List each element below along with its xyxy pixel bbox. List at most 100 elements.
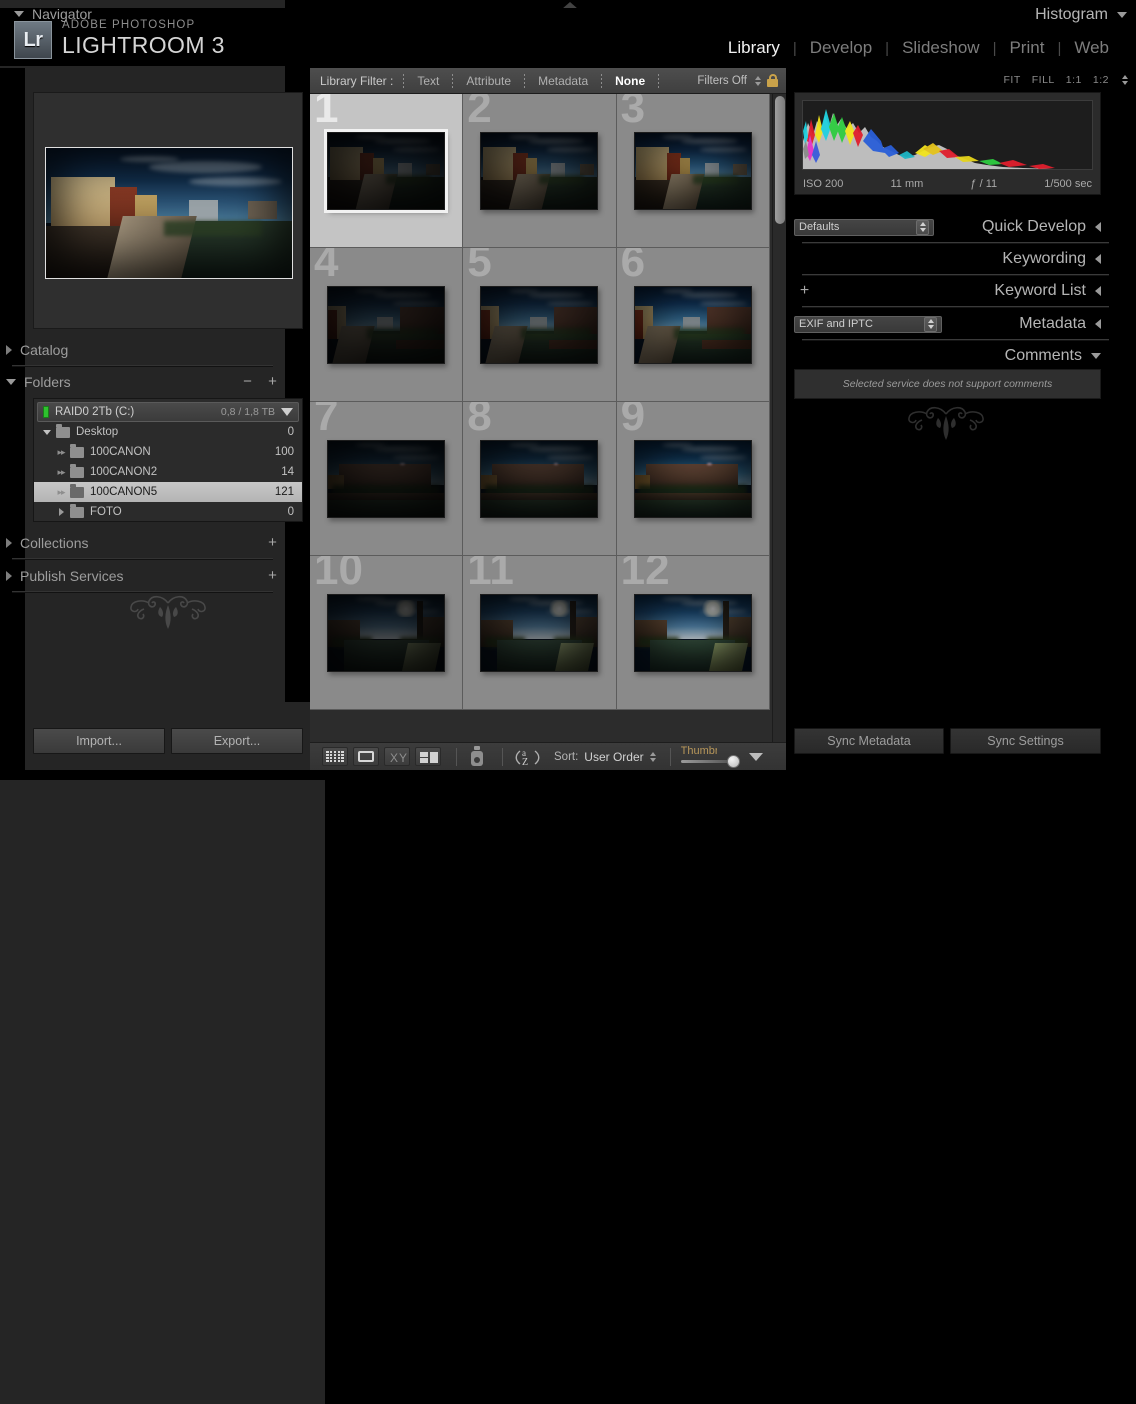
- divider: [12, 365, 273, 367]
- folder-disclosure-icon[interactable]: [40, 429, 54, 435]
- folder-disclosure-icon[interactable]: ▸▸: [54, 467, 68, 478]
- thumbnail-size-slider[interactable]: Thumbnails: [680, 745, 743, 768]
- import-button[interactable]: Import...: [33, 728, 165, 754]
- sort-stepper-icon[interactable]: [649, 751, 656, 762]
- thumbnail-image[interactable]: [480, 285, 599, 364]
- keywording-section-header[interactable]: Keywording: [794, 248, 1101, 270]
- metadata-preset-combo[interactable]: EXIF and IPTC: [794, 315, 942, 333]
- library-filter-attribute[interactable]: Attribute: [453, 74, 524, 88]
- grid-scrollbar[interactable]: [772, 94, 786, 742]
- thumbnail-image[interactable]: [633, 593, 752, 672]
- filters-state-label[interactable]: Filters Off: [697, 75, 747, 87]
- module-develop[interactable]: Develop: [797, 38, 885, 58]
- folders-section-header[interactable]: Folders − +: [6, 369, 279, 395]
- combo-stepper-icon[interactable]: [924, 316, 937, 332]
- folder-row[interactable]: ▸▸ 100CANON2 14: [34, 462, 302, 482]
- grid-cell[interactable]: 1: [310, 94, 464, 248]
- navigator-zoom-fit[interactable]: FIT: [1004, 74, 1021, 86]
- navigator-zoom-1-2[interactable]: 1:2: [1093, 74, 1109, 86]
- grid-cell[interactable]: 9: [616, 402, 770, 556]
- survey-view-icon[interactable]: [415, 747, 441, 766]
- sort-value[interactable]: User Order: [584, 750, 643, 764]
- thumbnail-image[interactable]: [480, 131, 599, 210]
- keyword-list-title: Keyword List: [994, 282, 1086, 299]
- thumbnail-image[interactable]: [327, 285, 446, 364]
- folder-row[interactable]: ▸▸ 100CANON5 121: [34, 482, 302, 502]
- grid-cell[interactable]: 2: [463, 94, 617, 248]
- histogram-panel: ISO 200 11 mm ƒ / 11 1/500 sec: [794, 92, 1101, 195]
- grid-scrollbar-thumb[interactable]: [775, 96, 785, 224]
- thumbnail-image[interactable]: [324, 128, 449, 213]
- histogram-section-header[interactable]: Histogram: [811, 2, 1136, 28]
- folder-row[interactable]: ▸▸ 100CANON 100: [34, 442, 302, 462]
- quick-develop-preset-combo[interactable]: Defaults: [794, 218, 934, 236]
- grid-cell[interactable]: 6: [616, 248, 770, 402]
- grid-cell[interactable]: 4: [310, 248, 464, 402]
- thumbnail-image[interactable]: [327, 439, 446, 518]
- comments-section-header[interactable]: Comments: [794, 345, 1101, 367]
- combo-stepper-icon[interactable]: [916, 219, 929, 235]
- volume-menu-chevron-icon[interactable]: [281, 408, 293, 416]
- thumbnail-image[interactable]: [633, 285, 752, 364]
- thumbnail-grid[interactable]: 1 2 3 4 5 6 7 8 9 10 11 12: [310, 94, 772, 742]
- add-folder-button[interactable]: +: [266, 374, 279, 389]
- grid-cell[interactable]: 12: [616, 556, 770, 710]
- folder-row[interactable]: Desktop 0: [34, 422, 302, 442]
- photo-canal-street-scene: [46, 148, 292, 278]
- navigator-zoom-stepper-icon[interactable]: [1122, 75, 1128, 85]
- grid-cell[interactable]: 10: [310, 556, 464, 710]
- grid-cell[interactable]: 7: [310, 402, 464, 556]
- add-publish-service-button[interactable]: +: [266, 568, 279, 583]
- histogram-plot[interactable]: [802, 100, 1093, 170]
- keyword-list-section-header[interactable]: + Keyword List: [794, 280, 1101, 302]
- module-slideshow[interactable]: Slideshow: [889, 38, 993, 58]
- sort-direction-az-icon[interactable]: a Z: [513, 747, 543, 767]
- toolbar-options-chevron-down-icon[interactable]: [748, 752, 763, 761]
- navigator-zoom-fill[interactable]: FILL: [1032, 74, 1055, 86]
- thumbnail-size-slider-knob[interactable]: [726, 754, 740, 768]
- sync-settings-button[interactable]: Sync Settings: [950, 728, 1101, 754]
- painter-spray-can-icon[interactable]: [467, 746, 487, 766]
- remove-folder-button[interactable]: −: [241, 374, 254, 389]
- folder-icon: [70, 503, 84, 518]
- thumbnail-image[interactable]: [633, 131, 752, 210]
- filters-state-stepper-icon[interactable]: [755, 75, 761, 86]
- module-library[interactable]: Library: [715, 38, 793, 58]
- grid-cell[interactable]: 11: [463, 556, 617, 710]
- folder-disclosure-icon[interactable]: ▸▸: [54, 487, 68, 498]
- navigator-zoom-1-1[interactable]: 1:1: [1066, 74, 1082, 86]
- export-button[interactable]: Export...: [171, 728, 303, 754]
- loupe-view-icon[interactable]: [353, 747, 379, 766]
- library-filter-text[interactable]: Text: [404, 74, 452, 88]
- publish-services-section-header[interactable]: Publish Services +: [6, 563, 279, 589]
- library-filter-none[interactable]: None: [602, 74, 658, 88]
- collections-section-header[interactable]: Collections +: [6, 530, 279, 556]
- thumbnail-image[interactable]: [327, 593, 446, 672]
- library-filter-metadata[interactable]: Metadata: [525, 74, 601, 88]
- chevron-down-icon: [1091, 353, 1101, 359]
- thumbnail-image[interactable]: [480, 439, 599, 518]
- catalog-section-header[interactable]: Catalog: [6, 337, 279, 363]
- thumbnail-image[interactable]: [480, 593, 599, 672]
- filter-lock-icon[interactable]: [767, 74, 778, 87]
- folder-disclosure-icon[interactable]: ▸▸: [54, 447, 68, 458]
- navigator-preview[interactable]: [33, 92, 303, 329]
- add-collection-button[interactable]: +: [266, 535, 279, 550]
- navigator-section-header[interactable]: Navigator: [6, 2, 279, 26]
- metadata-section-header[interactable]: EXIF and IPTC Metadata: [794, 313, 1101, 335]
- sync-metadata-button[interactable]: Sync Metadata: [794, 728, 944, 754]
- thumbnail-image[interactable]: [633, 439, 752, 518]
- right-panel: Histogram: [0, 6, 1127, 1404]
- compare-view-icon[interactable]: X Y: [384, 747, 410, 766]
- grid-view-icon[interactable]: [322, 747, 348, 766]
- folder-disclosure-icon[interactable]: [54, 508, 68, 516]
- grid-cell[interactable]: 8: [463, 402, 617, 556]
- module-print[interactable]: Print: [996, 38, 1057, 58]
- grid-cell[interactable]: 3: [616, 94, 770, 248]
- add-keyword-button[interactable]: +: [798, 282, 811, 298]
- volume-row[interactable]: RAID0 2Tb (C:) 0,8 / 1,8 TB: [37, 402, 299, 422]
- folder-row[interactable]: FOTO 0: [34, 502, 302, 522]
- module-web[interactable]: Web: [1061, 38, 1122, 58]
- quick-develop-section-header[interactable]: Defaults Quick Develop: [794, 216, 1101, 238]
- grid-cell[interactable]: 5: [463, 248, 617, 402]
